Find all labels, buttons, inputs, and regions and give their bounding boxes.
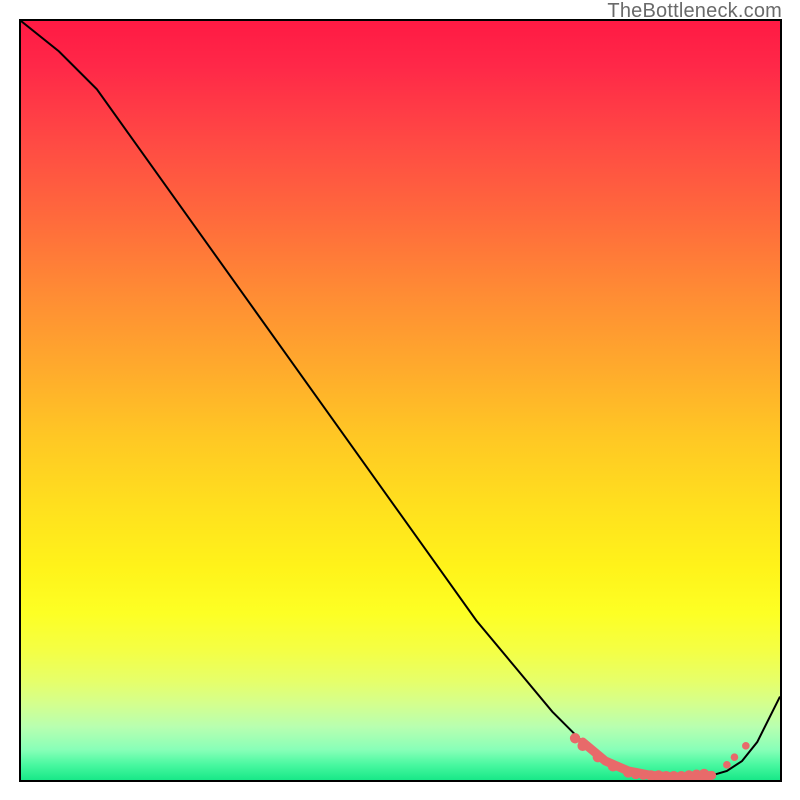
marker-dot xyxy=(577,741,587,751)
marker-dot xyxy=(699,769,709,779)
marker-dot xyxy=(723,761,731,769)
line-series-curve xyxy=(21,21,780,777)
marker-dot xyxy=(742,742,750,750)
marker-dot xyxy=(570,733,580,743)
plot-area xyxy=(19,19,782,782)
chart-container: TheBottleneck.com xyxy=(0,0,800,800)
marker-dot xyxy=(593,752,603,762)
marker-dot xyxy=(731,753,739,761)
data-curve xyxy=(21,21,780,777)
chart-svg xyxy=(21,21,780,780)
watermark-text: TheBottleneck.com xyxy=(607,0,782,23)
marker-dot xyxy=(608,761,618,771)
